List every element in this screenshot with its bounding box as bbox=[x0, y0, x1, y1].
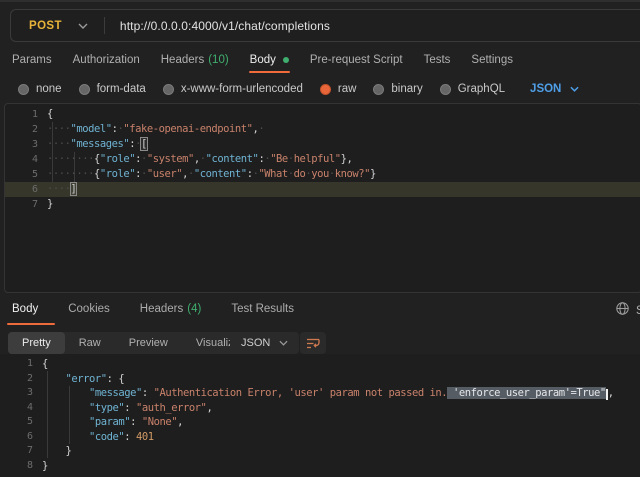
radio-none[interactable]: none bbox=[18, 83, 62, 95]
tab-settings[interactable]: Settings bbox=[471, 47, 513, 73]
tab-body[interactable]: Body bbox=[250, 47, 289, 73]
method-selector[interactable]: POST bbox=[11, 20, 78, 32]
request-body-editor[interactable]: 1{2····"model":·"fake-openai-endpoint",·… bbox=[4, 103, 640, 293]
line-number: 7 bbox=[5, 197, 47, 212]
code-text: } bbox=[42, 444, 71, 459]
request-tabs: Params Authorization Headers(10) Body Pr… bbox=[12, 47, 513, 73]
network-globe-icon[interactable] bbox=[616, 302, 629, 320]
request-url-bar: POST http://0.0.0.0:4000/v1/chat/complet… bbox=[10, 9, 640, 42]
status-text-clipped: S bbox=[636, 305, 640, 317]
code-line[interactable]: 1{ bbox=[0, 357, 640, 372]
tab-pre-request-script[interactable]: Pre-request Script bbox=[310, 47, 403, 73]
radio-form-data[interactable]: form-data bbox=[79, 83, 146, 95]
line-number: 2 bbox=[0, 372, 42, 387]
code-text: "type": "auth_error", bbox=[42, 401, 212, 416]
raw-language-select[interactable]: JSON bbox=[530, 83, 579, 95]
line-number: 3 bbox=[5, 137, 47, 152]
response-tab-headers[interactable]: Headers(4) bbox=[140, 303, 202, 325]
line-number: 6 bbox=[0, 430, 42, 445]
selected-text: 'enforce_user_param'=True" bbox=[447, 387, 606, 399]
chevron-down-icon bbox=[570, 86, 579, 92]
code-line[interactable]: 2····"model":·"fake-openai-endpoint",· bbox=[5, 122, 640, 137]
view-raw-button[interactable]: Raw bbox=[65, 332, 115, 354]
response-header: Body Cookies Headers(4) Test Results S bbox=[0, 296, 640, 327]
radio-icon bbox=[440, 84, 451, 95]
divider bbox=[104, 17, 105, 34]
tab-params[interactable]: Params bbox=[12, 47, 52, 73]
code-text: { bbox=[47, 107, 53, 122]
line-number: 4 bbox=[0, 401, 42, 416]
radio-selected-icon bbox=[320, 84, 331, 95]
code-line[interactable]: 7 } bbox=[0, 444, 640, 459]
code-line[interactable]: 6 "code": 401 bbox=[0, 430, 640, 445]
code-line[interactable]: 1{ bbox=[5, 107, 640, 122]
code-text: } bbox=[42, 459, 48, 474]
code-text: ········{"role":·"system",·"content":·"B… bbox=[47, 152, 352, 167]
radio-x-www-form-urlencoded[interactable]: x-www-form-urlencoded bbox=[163, 83, 303, 95]
code-line[interactable]: 5········{"role":·"user",·"content":·"Wh… bbox=[5, 167, 640, 182]
line-number: 7 bbox=[0, 444, 42, 459]
radio-icon bbox=[163, 84, 174, 95]
radio-graphql[interactable]: GraphQL bbox=[440, 83, 505, 95]
code-text: "error": { bbox=[42, 372, 124, 387]
code-line[interactable]: 4········{"role":·"system",·"content":·"… bbox=[5, 152, 640, 167]
response-headers-count-badge: (4) bbox=[187, 303, 201, 315]
code-line[interactable]: 5 "param": "None", bbox=[0, 415, 640, 430]
code-line[interactable]: 3 "message": "Authentication Error, 'use… bbox=[0, 386, 640, 401]
radio-icon bbox=[373, 84, 384, 95]
code-text: "message": "Authentication Error, 'user'… bbox=[42, 386, 614, 401]
radio-icon bbox=[18, 84, 29, 95]
code-line[interactable]: 3····"messages":·[ bbox=[5, 137, 640, 152]
code-text: ····"model":·"fake-openai-endpoint",· bbox=[47, 122, 264, 137]
tab-headers[interactable]: Headers(10) bbox=[161, 47, 229, 73]
response-body-editor[interactable]: 1{2 "error": {3 "message": "Authenticati… bbox=[0, 354, 640, 477]
line-number: 1 bbox=[5, 107, 47, 122]
view-pretty-button[interactable]: Pretty bbox=[8, 332, 65, 354]
response-language-select[interactable]: JSON bbox=[230, 332, 299, 354]
radio-icon bbox=[79, 84, 90, 95]
body-modified-dot bbox=[283, 57, 289, 63]
chevron-down-icon[interactable] bbox=[78, 23, 88, 29]
code-text: { bbox=[42, 357, 48, 372]
chevron-down-icon bbox=[279, 340, 288, 346]
line-number: 3 bbox=[0, 386, 42, 401]
line-number: 5 bbox=[5, 167, 47, 182]
code-text: ····"messages":·[ bbox=[47, 137, 147, 152]
line-number: 1 bbox=[0, 357, 42, 372]
wrap-text-button[interactable] bbox=[300, 332, 326, 354]
code-text: ····] bbox=[47, 182, 76, 197]
code-line[interactable]: 6····] bbox=[5, 182, 640, 197]
code-text: ········{"role":·"user",·"content":·"Wha… bbox=[47, 167, 376, 182]
response-tab-cookies[interactable]: Cookies bbox=[68, 303, 110, 325]
radio-binary[interactable]: binary bbox=[373, 83, 422, 95]
response-toolbar: Pretty Raw Preview Visualize JSON bbox=[8, 332, 640, 354]
url-input[interactable]: http://0.0.0.0:4000/v1/chat/completions bbox=[120, 19, 330, 33]
response-tab-body[interactable]: Body bbox=[12, 303, 38, 325]
code-text: "param": "None", bbox=[42, 415, 183, 430]
code-text: } bbox=[47, 197, 53, 212]
radio-raw[interactable]: raw bbox=[320, 83, 357, 95]
line-number: 8 bbox=[0, 459, 42, 474]
code-line[interactable]: 8} bbox=[0, 459, 640, 474]
line-number: 6 bbox=[5, 182, 47, 197]
response-tab-test-results[interactable]: Test Results bbox=[231, 303, 294, 325]
line-number: 2 bbox=[5, 122, 47, 137]
line-number: 5 bbox=[0, 415, 42, 430]
tab-tests[interactable]: Tests bbox=[424, 47, 451, 73]
code-text: "code": 401 bbox=[42, 430, 154, 445]
code-line[interactable]: 7} bbox=[5, 197, 640, 212]
view-preview-button[interactable]: Preview bbox=[115, 332, 182, 354]
tab-authorization[interactable]: Authorization bbox=[73, 47, 140, 73]
headers-count-badge: (10) bbox=[208, 54, 228, 66]
line-number: 4 bbox=[5, 152, 47, 167]
view-mode-segmented-control: Pretty Raw Preview Visualize bbox=[8, 332, 254, 354]
code-line[interactable]: 2 "error": { bbox=[0, 372, 640, 387]
wrap-text-icon bbox=[306, 337, 321, 350]
body-type-options: none form-data x-www-form-urlencoded raw… bbox=[18, 78, 579, 100]
code-line[interactable]: 4 "type": "auth_error", bbox=[0, 401, 640, 416]
